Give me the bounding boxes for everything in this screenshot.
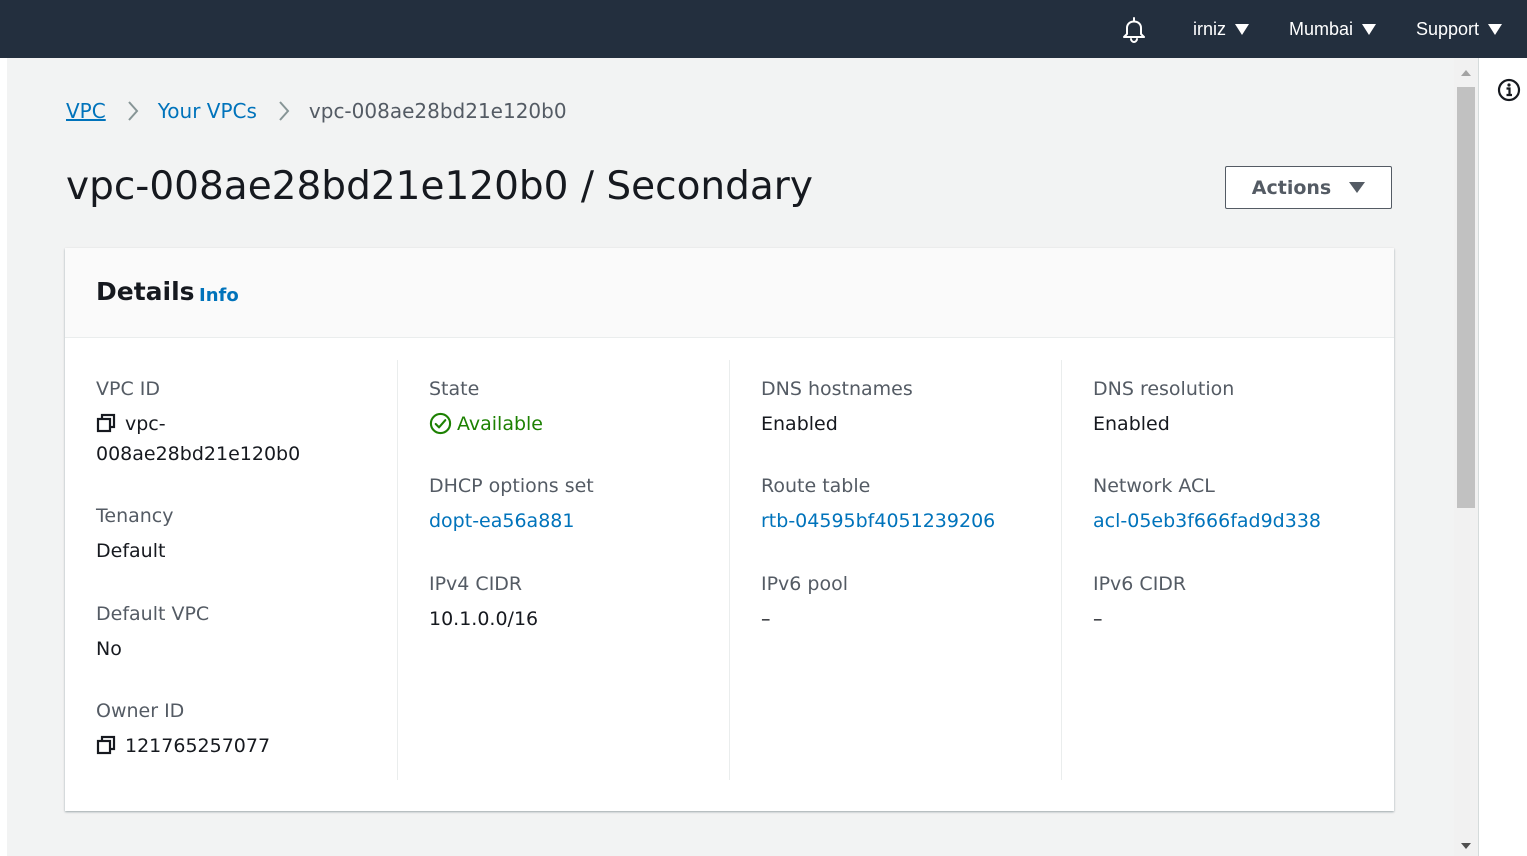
route-table-label: Route table [761, 475, 871, 497]
dns-resolution-label: DNS resolution [1093, 378, 1235, 400]
chevron-down-icon [1488, 23, 1503, 35]
breadcrumb-vpc-link[interactable]: VPC [66, 99, 106, 123]
ipv4-cidr-label: IPv4 CIDR [429, 573, 523, 595]
details-title: Details [96, 277, 195, 306]
main-content: VPC Your VPCs vpc-008ae28bd21e120b0 vpc-… [7, 58, 1454, 856]
dhcp-options-label: DHCP options set [429, 475, 594, 497]
scrollbar-thumb[interactable] [1457, 87, 1475, 508]
chevron-down-icon [1235, 23, 1250, 35]
scroll-up-arrow-icon[interactable] [1461, 70, 1471, 76]
dns-hostnames-value: Enabled [761, 413, 838, 435]
details-info-link[interactable]: Info [199, 285, 239, 306]
region-name: Mumbai [1289, 18, 1354, 39]
column-divider [397, 360, 398, 780]
breadcrumb-your-vpcs-link[interactable]: Your VPCs [158, 99, 257, 123]
region-selector[interactable]: Mumbai [1289, 0, 1377, 58]
page-title: vpc-008ae28bd21e120b0 / Secondary [66, 164, 813, 209]
vertical-scrollbar[interactable] [1454, 58, 1478, 856]
details-column-1: VPC ID vpc- 008ae28bd21e120b0 Tenancy De… [96, 360, 396, 780]
vpc-id-label: VPC ID [96, 378, 160, 400]
copy-icon[interactable] [96, 735, 116, 755]
status-available-icon [429, 412, 452, 435]
breadcrumb-current: vpc-008ae28bd21e120b0 [308, 99, 567, 123]
network-acl-link[interactable]: acl-05eb3f666fad9d338 [1093, 506, 1321, 536]
details-column-4: DNS resolution Enabled Network ACL acl-0… [1093, 360, 1393, 780]
actions-button[interactable]: Actions [1225, 166, 1392, 209]
chevron-down-icon [1362, 23, 1377, 35]
ipv6-pool-value: – [761, 608, 771, 630]
scroll-down-arrow-icon[interactable] [1461, 843, 1471, 849]
ipv6-cidr-label: IPv6 CIDR [1093, 573, 1187, 595]
column-divider [1061, 360, 1062, 780]
breadcrumb: VPC Your VPCs vpc-008ae28bd21e120b0 [66, 99, 567, 123]
vpc-id-value: vpc- 008ae28bd21e120b0 [96, 413, 301, 465]
actions-label: Actions [1251, 176, 1332, 199]
state-label: State [429, 378, 480, 400]
dns-hostnames-label: DNS hostnames [761, 378, 913, 400]
details-column-2: State Available DHCP options set dopt-ea… [429, 360, 729, 780]
details-panel-header: Details Info [65, 248, 1394, 338]
dns-resolution-value: Enabled [1093, 413, 1170, 435]
notifications-bell-icon[interactable] [1120, 0, 1148, 58]
route-table-link[interactable]: rtb-04595bf4051239206 [761, 506, 995, 536]
tenancy-value: Default [96, 540, 166, 562]
support-menu[interactable]: Support [1416, 0, 1503, 58]
dhcp-options-link[interactable]: dopt-ea56a881 [429, 506, 574, 536]
ipv4-cidr-value: 10.1.0.0/16 [429, 608, 539, 630]
owner-id-label: Owner ID [96, 700, 185, 722]
chevron-right-icon [279, 101, 290, 121]
account-menu[interactable]: irniz [1193, 0, 1250, 58]
network-acl-label: Network ACL [1093, 475, 1215, 497]
state-value: Available [429, 409, 543, 439]
help-panel-rail [1478, 58, 1527, 856]
ipv6-pool-label: IPv6 pool [761, 573, 849, 595]
chevron-down-icon [1349, 182, 1366, 193]
chevron-right-icon [127, 101, 139, 121]
top-navigation-bar: irniz Mumbai Support [0, 0, 1527, 58]
details-column-3: DNS hostnames Enabled Route table rtb-04… [761, 360, 1061, 780]
default-vpc-label: Default VPC [96, 603, 210, 625]
column-divider [729, 360, 730, 780]
copy-icon[interactable] [96, 413, 116, 433]
owner-id-value: 121765257077 [96, 731, 270, 761]
ipv6-cidr-value: – [1093, 608, 1103, 630]
default-vpc-value: No [96, 638, 122, 660]
info-circle-icon[interactable] [1497, 78, 1521, 102]
details-panel: Details Info VPC ID vpc- 008ae28bd21e120… [65, 248, 1394, 811]
bell-icon [1123, 17, 1145, 43]
support-label: Support [1416, 18, 1480, 39]
account-name: irniz [1193, 18, 1227, 39]
tenancy-label: Tenancy [96, 505, 174, 527]
